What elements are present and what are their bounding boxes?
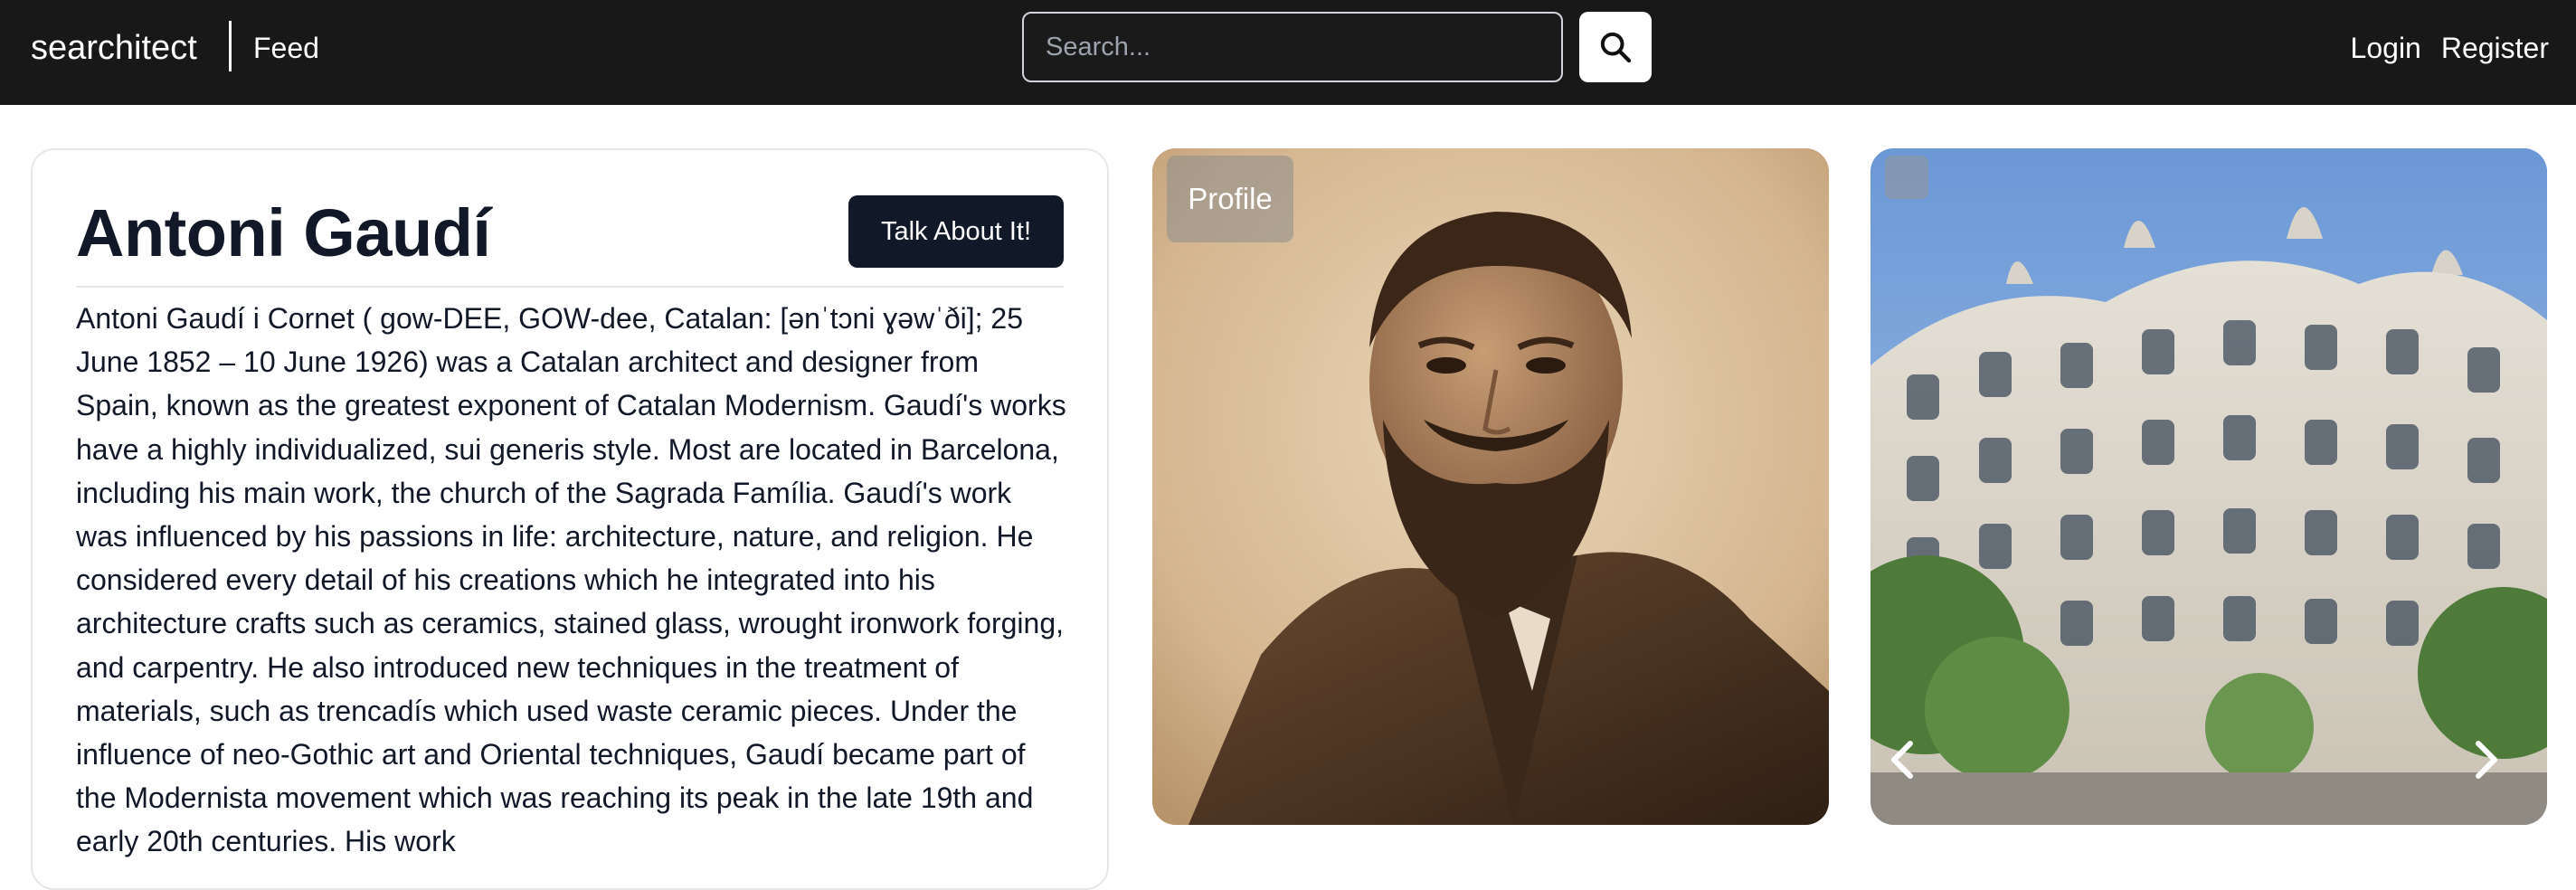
- casa-mila-photo: [1870, 148, 2547, 825]
- auth-links: Login Register: [2351, 24, 2549, 72]
- login-link[interactable]: Login: [2351, 24, 2421, 72]
- navbar: searchitect Feed Login Register: [0, 0, 2576, 105]
- building-carousel[interactable]: [1870, 148, 2547, 825]
- portrait-photo: [1152, 148, 1829, 825]
- select-checkbox[interactable]: [1885, 156, 1928, 199]
- chevron-right-icon: [2476, 741, 2497, 779]
- search-button[interactable]: [1579, 12, 1652, 82]
- carousel-next-button[interactable]: [2467, 738, 2533, 810]
- profile-header: Antoni Gaudí Talk About It!: [76, 186, 1064, 288]
- nav-feed-link[interactable]: Feed: [253, 24, 319, 72]
- carousel-prev-button[interactable]: [1885, 738, 1950, 810]
- page-title: Antoni Gaudí: [76, 195, 491, 270]
- chevron-left-icon: [1891, 741, 1913, 779]
- register-link[interactable]: Register: [2441, 24, 2549, 72]
- brand-logo[interactable]: searchitect: [31, 24, 197, 72]
- search-icon: [1600, 32, 1632, 63]
- brand-divider: [229, 21, 232, 71]
- portrait-image[interactable]: Profile: [1152, 148, 1829, 825]
- talk-about-it-button[interactable]: Talk About It!: [848, 195, 1064, 268]
- profile-badge: Profile: [1167, 156, 1293, 242]
- profile-bio: Antoni Gaudí i Cornet ( gow-DEE, GOW-dee…: [76, 302, 1066, 858]
- profile-card: Antoni Gaudí Talk About It! Antoni Gaudí…: [31, 148, 1109, 890]
- search-input[interactable]: [1022, 12, 1563, 82]
